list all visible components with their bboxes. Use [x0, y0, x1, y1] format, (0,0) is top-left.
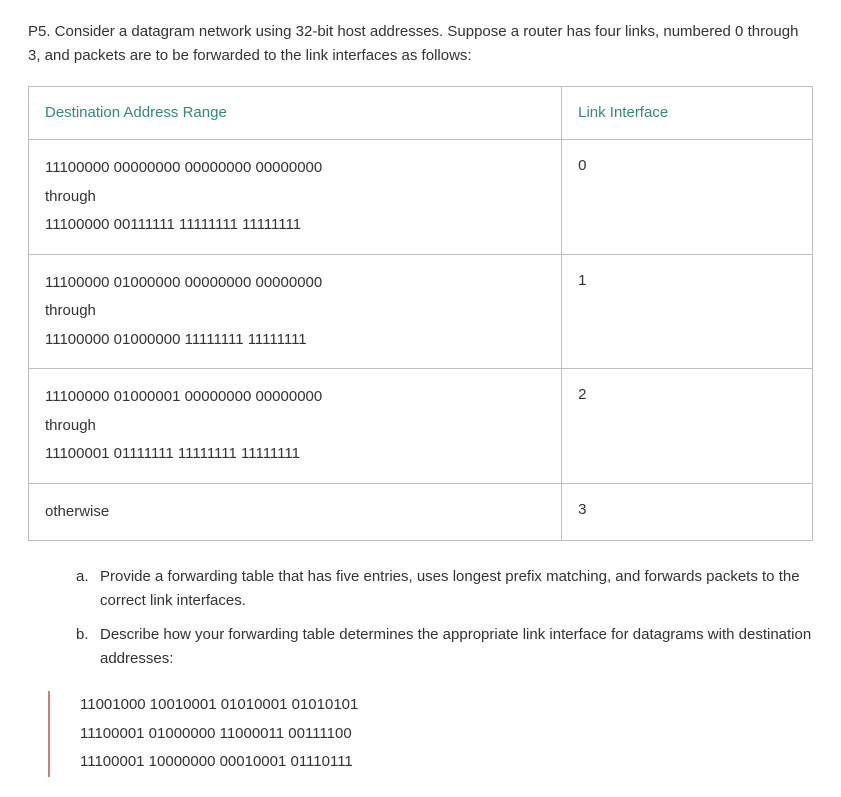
address-line: 11100001 10000000 00010001 01110111	[80, 748, 813, 777]
range-cell: 11100000 00000000 00000000 00000000 thro…	[29, 140, 562, 255]
question-b: b. Describe how your forwarding table de…	[76, 623, 813, 671]
range-line: 11100000 00111111 11111111 11111111	[45, 211, 545, 240]
address-line: 11100001 01000000 11000011 00111100	[80, 720, 813, 749]
range-line: through	[45, 183, 545, 212]
range-line: otherwise	[45, 498, 545, 527]
interface-cell: 0	[562, 140, 813, 255]
table-row: otherwise 3	[29, 483, 813, 541]
header-interface: Link Interface	[562, 87, 813, 140]
problem-intro: P5. Consider a datagram network using 32…	[28, 20, 813, 68]
range-line: 11100000 01000001 00000000 00000000	[45, 383, 545, 412]
forwarding-table: Destination Address Range Link Interface…	[28, 86, 813, 541]
table-row: 11100000 01000001 00000000 00000000 thro…	[29, 369, 813, 484]
range-line: 11100001 01111111 11111111 11111111	[45, 440, 545, 469]
address-line: 11001000 10010001 01010001 01010101	[80, 691, 813, 720]
range-line: 11100000 01000000 11111111 11111111	[45, 326, 545, 355]
question-text: Describe how your forwarding table deter…	[100, 626, 811, 667]
question-list: a. Provide a forwarding table that has f…	[28, 565, 813, 671]
question-marker: a.	[76, 565, 89, 589]
range-cell: 11100000 01000000 00000000 00000000 thro…	[29, 254, 562, 369]
range-cell: otherwise	[29, 483, 562, 541]
interface-cell: 1	[562, 254, 813, 369]
range-line: 11100000 01000000 00000000 00000000	[45, 269, 545, 298]
header-destination: Destination Address Range	[29, 87, 562, 140]
table-row: 11100000 00000000 00000000 00000000 thro…	[29, 140, 813, 255]
range-line: through	[45, 412, 545, 441]
range-line: 11100000 00000000 00000000 00000000	[45, 154, 545, 183]
address-list: 11001000 10010001 01010001 01010101 1110…	[48, 691, 813, 777]
question-a: a. Provide a forwarding table that has f…	[76, 565, 813, 613]
range-cell: 11100000 01000001 00000000 00000000 thro…	[29, 369, 562, 484]
interface-cell: 2	[562, 369, 813, 484]
question-text: Provide a forwarding table that has five…	[100, 568, 800, 609]
range-line: through	[45, 297, 545, 326]
interface-cell: 3	[562, 483, 813, 541]
question-marker: b.	[76, 623, 89, 647]
table-row: 11100000 01000000 00000000 00000000 thro…	[29, 254, 813, 369]
